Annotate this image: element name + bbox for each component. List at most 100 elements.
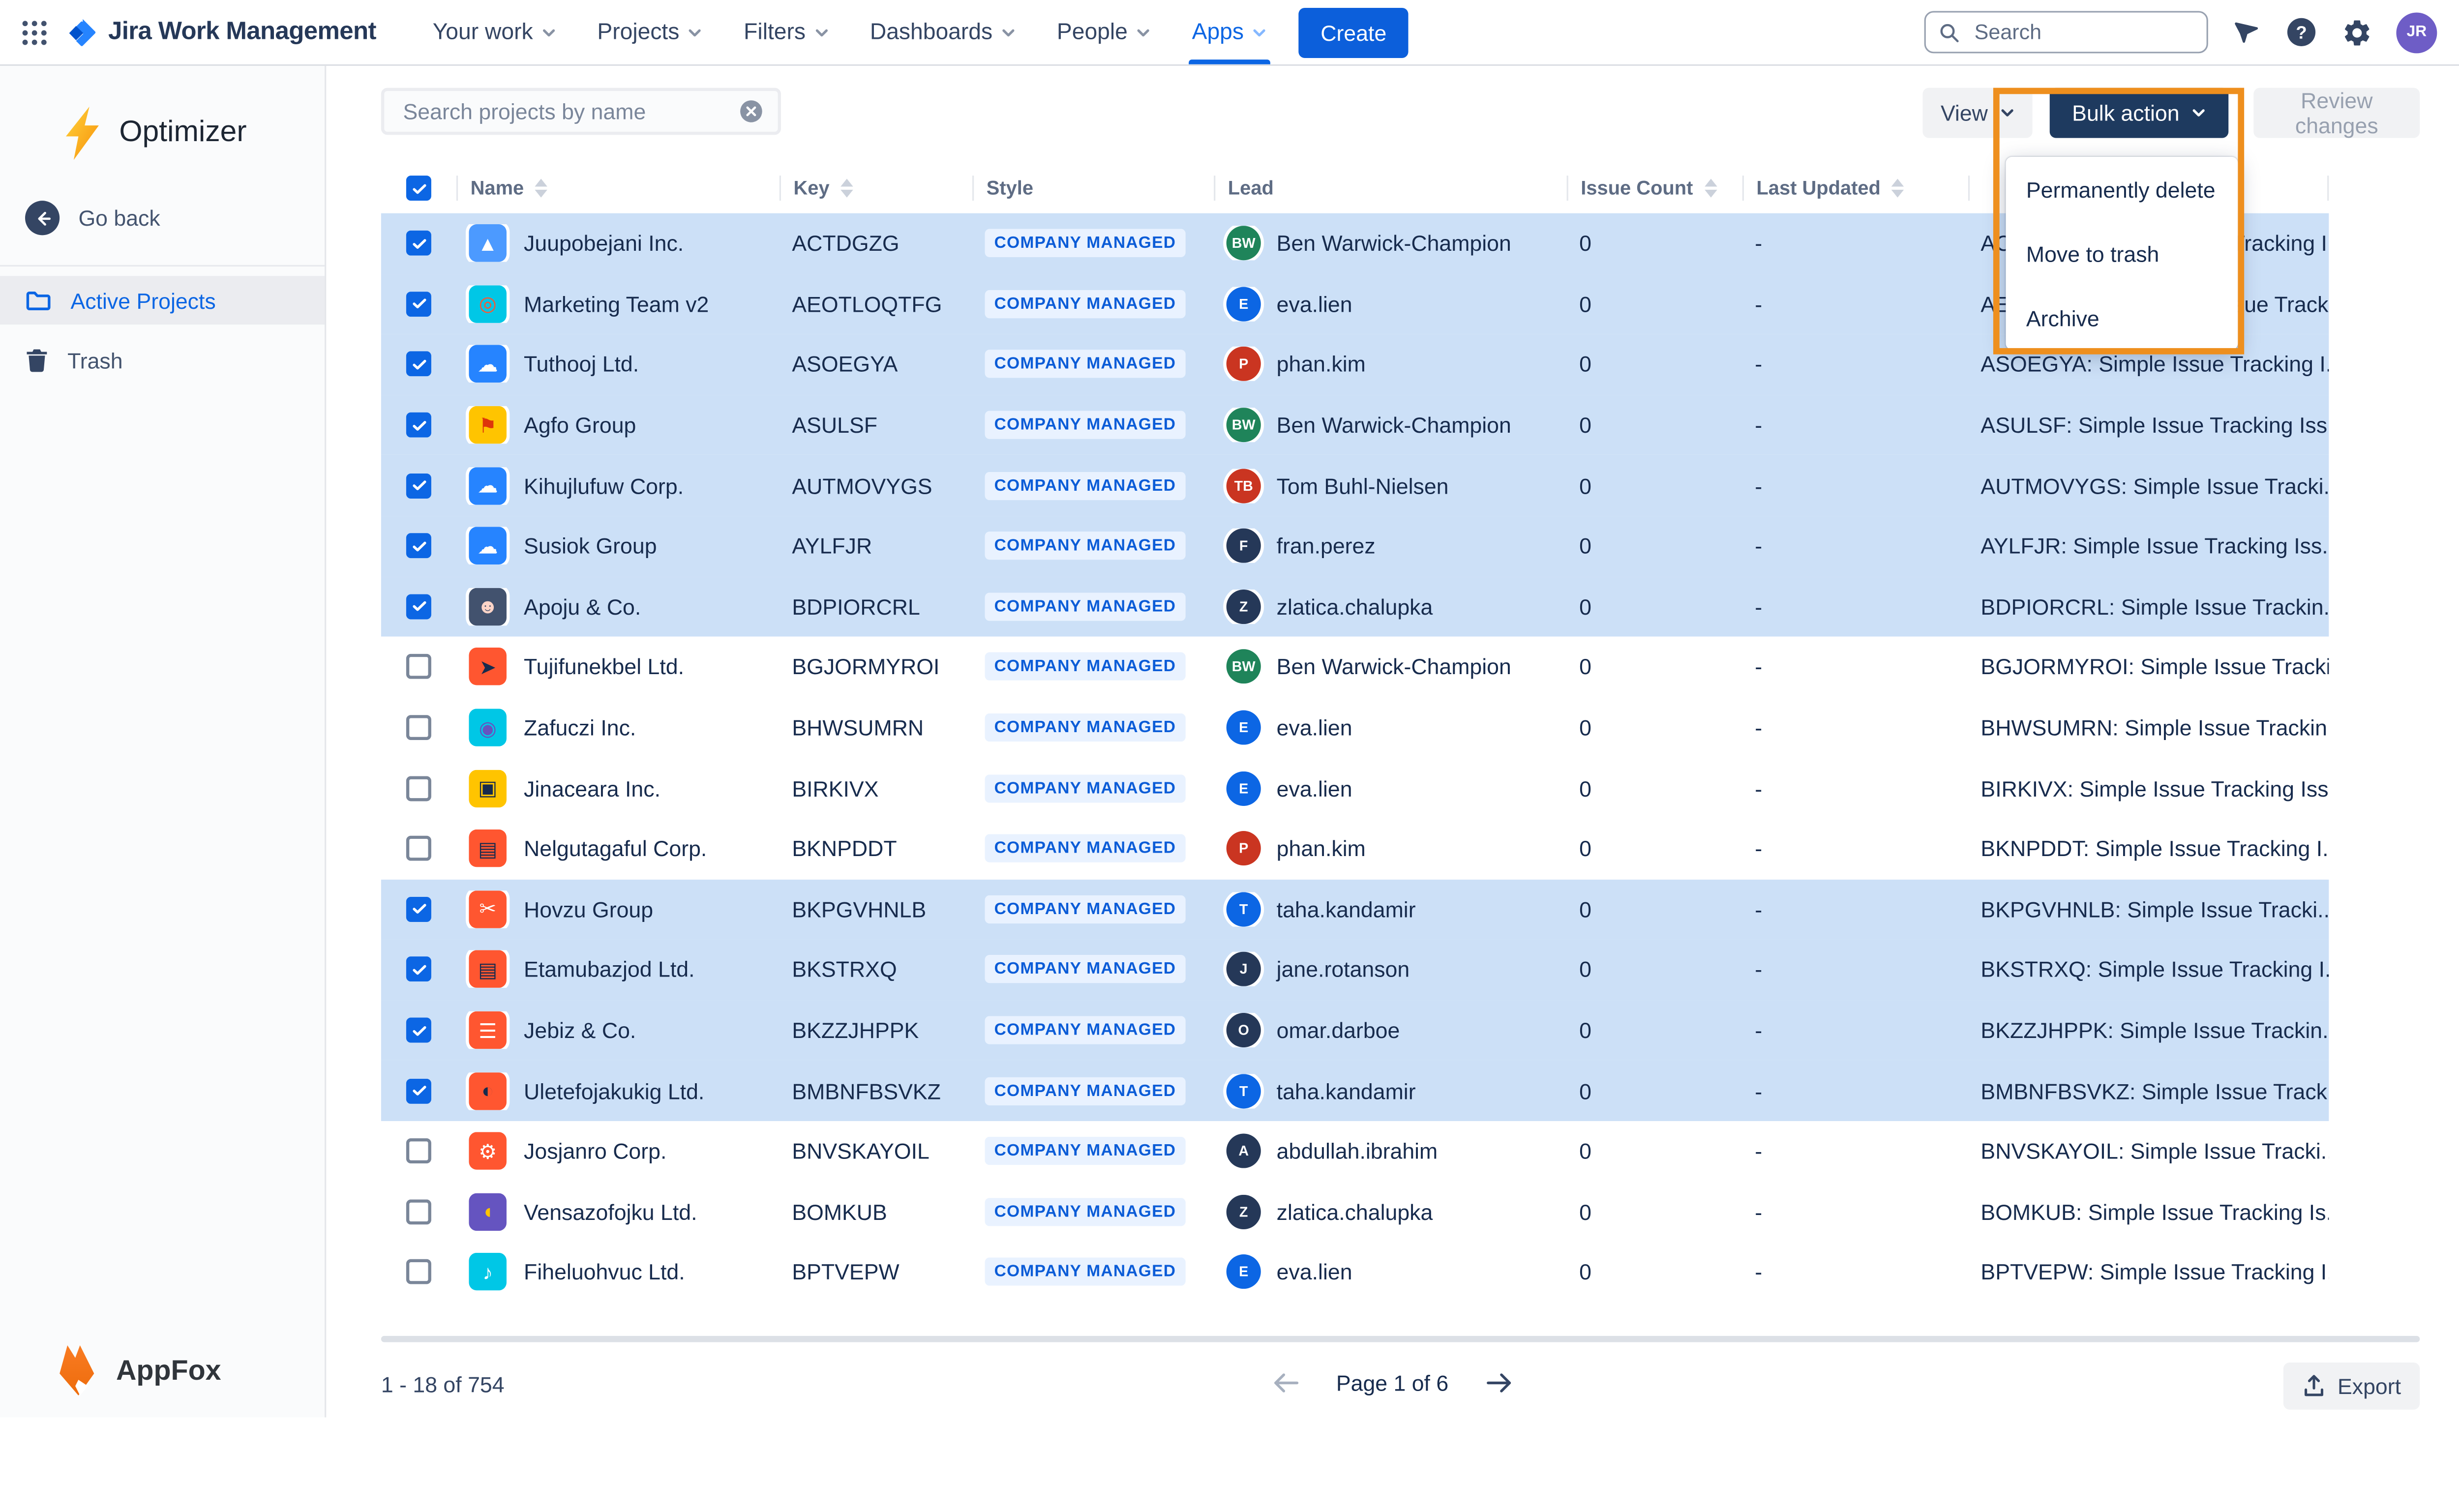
horizontal-scrollbar[interactable] [381, 1336, 2420, 1342]
project-name[interactable]: Agfo Group [524, 413, 636, 438]
select-all-checkbox[interactable] [406, 176, 431, 201]
view-button[interactable]: View [1922, 88, 2032, 138]
project-description: BMBNFBSVKZ: Simple Issue Track... [1968, 1078, 2329, 1103]
row-checkbox[interactable] [406, 594, 431, 619]
topbar-nav-projects[interactable]: Projects [581, 0, 719, 64]
global-search-input[interactable] [1971, 19, 2194, 45]
row-checkbox[interactable] [406, 775, 431, 800]
column-header-style: Style [972, 176, 1214, 201]
project-name[interactable]: Tujifunekbel Ltd. [524, 654, 684, 680]
product-title: Jira Work Management [108, 18, 376, 46]
project-filter[interactable] [381, 88, 781, 135]
row-checkbox[interactable] [406, 1139, 431, 1164]
project-name[interactable]: Tuthooj Ltd. [524, 352, 639, 377]
row-checkbox[interactable] [406, 836, 431, 861]
column-header-key[interactable]: Key [780, 176, 972, 201]
row-checkbox[interactable] [406, 413, 431, 438]
sidebar-item-active-projects[interactable]: Active Projects [0, 276, 325, 325]
topbar-nav-apps[interactable]: Apps [1176, 0, 1283, 64]
project-name[interactable]: Hovzu Group [524, 896, 653, 921]
row-checkbox[interactable] [406, 957, 431, 982]
table-body: ▲Juupobejani Inc.ACTDGZGCOMPANY MANAGEDB… [381, 213, 2329, 1303]
global-search[interactable] [1924, 11, 2208, 53]
issue-count: 0 [1567, 534, 1742, 559]
help-icon[interactable]: ? [2285, 16, 2318, 49]
row-checkbox[interactable] [406, 473, 431, 498]
table-row-nelgutagaful-corp: ▤Nelgutagaful Corp.BKNPDDTCOMPANY MANAGE… [381, 818, 2329, 879]
style-badge: COMPANY MANAGED [985, 1137, 1186, 1165]
topbar-nav-your-work[interactable]: Your work [417, 0, 572, 64]
back-arrow-icon [25, 201, 60, 235]
last-updated: - [1742, 473, 1968, 498]
project-name[interactable]: Juupobejani Inc. [524, 231, 684, 256]
row-checkbox[interactable] [406, 654, 431, 680]
row-checkbox[interactable] [406, 534, 431, 559]
project-name[interactable]: Marketing Team v2 [524, 292, 709, 317]
project-name[interactable]: Vensazofojku Ltd. [524, 1199, 697, 1224]
next-page-icon[interactable] [1480, 1364, 1518, 1402]
app-switcher-icon[interactable] [9, 7, 60, 57]
project-name[interactable]: Jinaceara Inc. [524, 775, 660, 800]
row-checkbox[interactable] [406, 1078, 431, 1103]
table-row-zafuczi-inc: ◉Zafuczi Inc.BHWSUMRNCOMPANY MANAGEDEeva… [381, 697, 2329, 758]
bulk-menu-item-permanently-delete[interactable]: Permanently delete [2006, 157, 2238, 221]
sidebar-item-trash[interactable]: Trash [0, 335, 325, 384]
column-label: Name [471, 177, 524, 199]
row-checkbox[interactable] [406, 715, 431, 740]
project-name[interactable]: Susiok Group [524, 534, 657, 559]
project-key: AEOTLOQTFG [780, 292, 972, 317]
create-button[interactable]: Create [1299, 7, 1409, 57]
project-name[interactable]: Josjanro Corp. [524, 1139, 666, 1164]
nav-label: Filters [744, 20, 806, 45]
row-checkbox[interactable] [406, 1199, 431, 1224]
project-description: BPTVEPW: Simple Issue Tracking I... [1968, 1260, 2329, 1285]
column-header-last-updated[interactable]: Last Updated [1742, 176, 1968, 201]
user-avatar[interactable]: JR [2396, 12, 2437, 53]
project-filter-input[interactable] [400, 97, 727, 125]
export-button[interactable]: Export [2282, 1363, 2420, 1410]
project-name[interactable]: Uletefojakukig Ltd. [524, 1078, 704, 1103]
row-checkbox[interactable] [406, 1018, 431, 1043]
review-changes-button[interactable]: Review changes [2253, 88, 2420, 138]
lead-name: phan.kim [1277, 836, 1366, 861]
settings-gear-icon[interactable] [2341, 16, 2373, 48]
table-row-kihujlufuw-corp: ☁Kihujlufuw Corp.AUTMOVYGSCOMPANY MANAGE… [381, 455, 2329, 516]
bulk-menu-item-move-to-trash[interactable]: Move to trash [2006, 221, 2238, 286]
last-updated: - [1742, 534, 1968, 559]
prev-page-icon[interactable] [1267, 1364, 1305, 1402]
table-row-jinaceara-inc: ▣Jinaceara Inc.BIRKIVXCOMPANY MANAGEDEev… [381, 758, 2329, 818]
project-name[interactable]: Jebiz & Co. [524, 1018, 636, 1043]
project-description: BKSTRXQ: Simple Issue Tracking I... [1968, 957, 2329, 982]
row-checkbox[interactable] [406, 1260, 431, 1285]
bulk-action-button[interactable]: Bulk action [2050, 88, 2229, 138]
topbar-nav-filters[interactable]: Filters [728, 0, 845, 64]
project-name[interactable]: Fiheluohvuc Ltd. [524, 1260, 685, 1285]
nav-label: Dashboards [870, 20, 992, 45]
clear-filter-icon[interactable] [740, 100, 762, 122]
row-checkbox[interactable] [406, 231, 431, 256]
bulk-menu-item-archive[interactable]: Archive [2006, 285, 2238, 350]
project-name[interactable]: Zafuczi Inc. [524, 715, 636, 740]
table-row-fiheluohvuc-ltd: ♪Fiheluohvuc Ltd.BPTVEPWCOMPANY MANAGEDE… [381, 1242, 2329, 1303]
lead-name: eva.lien [1277, 292, 1352, 317]
row-checkbox[interactable] [406, 352, 431, 377]
product-logo-title[interactable]: Jira Work Management [66, 16, 376, 49]
topbar-nav-people[interactable]: People [1041, 0, 1167, 64]
issue-count: 0 [1567, 473, 1742, 498]
project-name[interactable]: Apoju & Co. [524, 594, 641, 619]
column-header-name[interactable]: Name [456, 176, 780, 201]
row-checkbox[interactable] [406, 292, 431, 317]
project-name[interactable]: Kihujlufuw Corp. [524, 473, 684, 498]
announcement-icon[interactable] [2232, 17, 2262, 47]
project-name[interactable]: Nelgutagaful Corp. [524, 836, 707, 861]
go-back-button[interactable]: Go back [25, 201, 160, 235]
column-label: Last Updated [1756, 177, 1881, 199]
style-badge: COMPANY MANAGED [985, 653, 1186, 681]
column-header-issue-count[interactable]: Issue Count [1567, 176, 1742, 201]
column-label: Issue Count [1581, 177, 1693, 199]
project-name[interactable]: Etamubazjod Ltd. [524, 957, 694, 982]
row-checkbox[interactable] [406, 896, 431, 921]
table-row-susiok-group: ☁Susiok GroupAYLFJRCOMPANY MANAGEDFfran.… [381, 516, 2329, 576]
topbar-nav-dashboards[interactable]: Dashboards [854, 0, 1032, 64]
nav-label: People [1057, 20, 1128, 45]
